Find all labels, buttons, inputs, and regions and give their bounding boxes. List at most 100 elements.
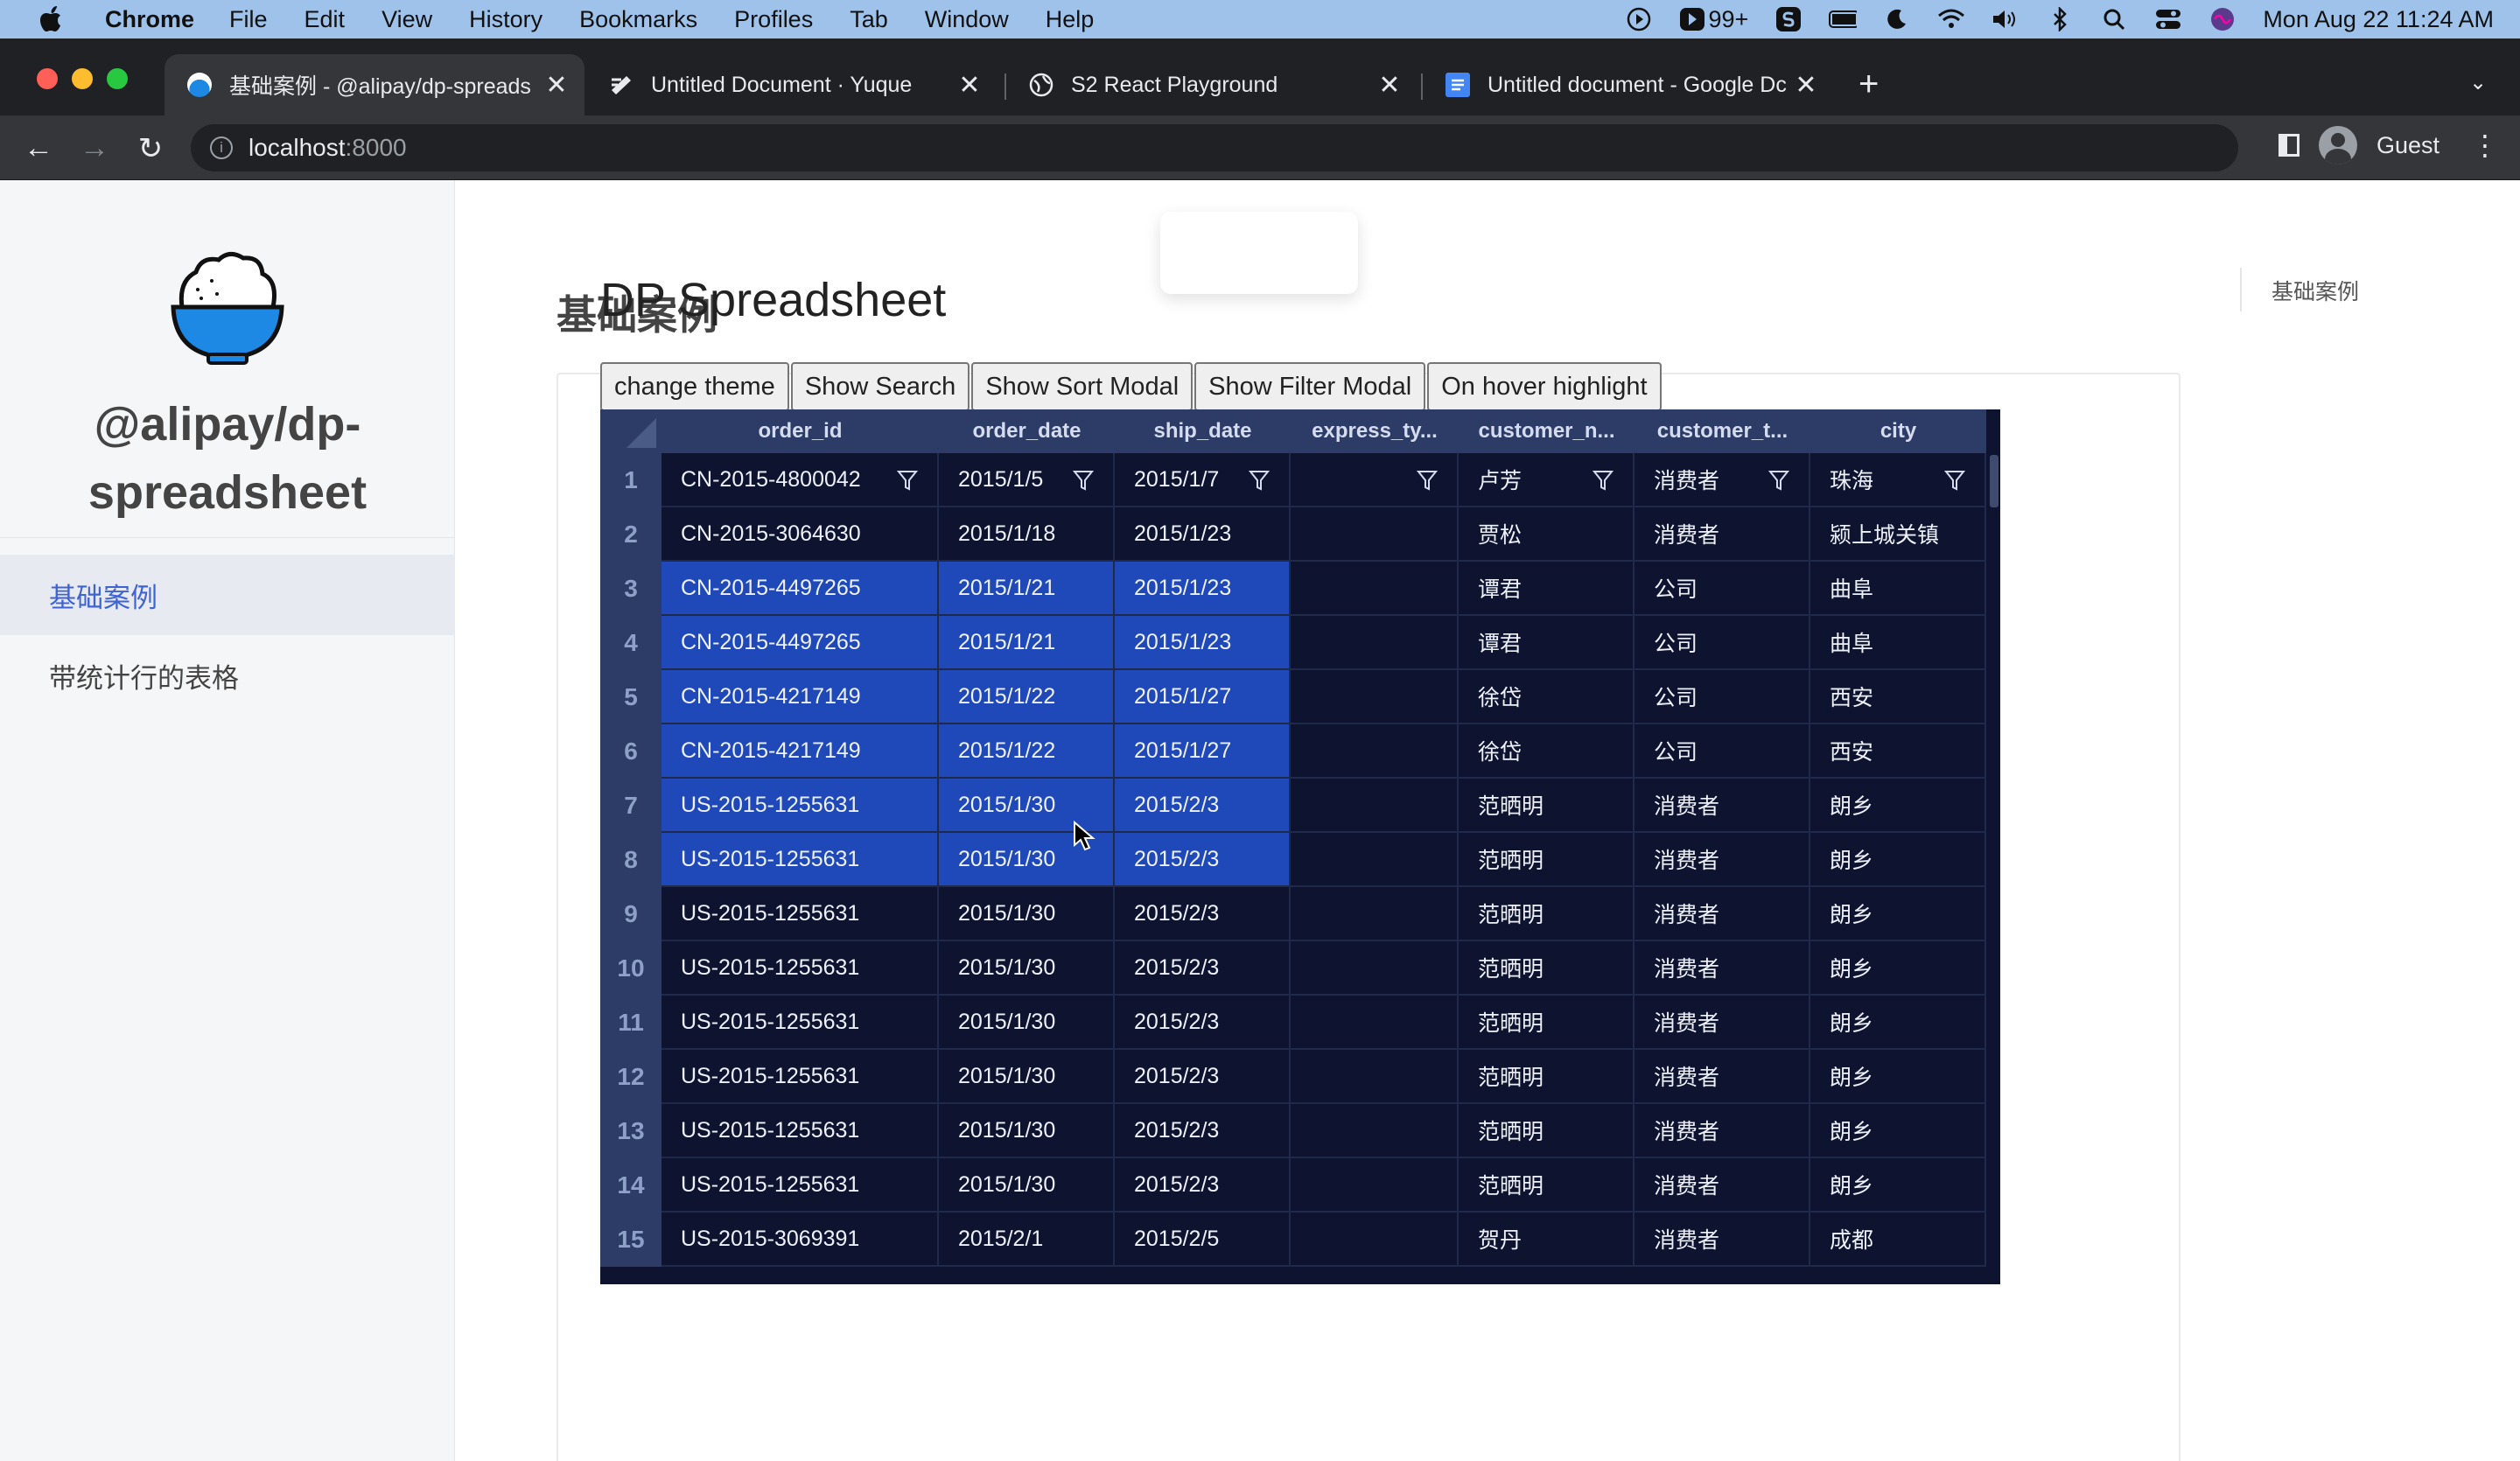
row-number[interactable]: 8 [600,833,662,887]
badge-app-icon[interactable]: 99+ [1679,6,1748,32]
table-cell[interactable]: 2015/2/3 [1115,941,1291,996]
tab-yuque[interactable]: Untitled Document · Yuque ✕ [586,54,998,115]
show-filter-modal-button[interactable]: Show Filter Modal [1194,362,1426,411]
table-cell[interactable] [1291,724,1459,779]
filter-funnel-icon[interactable] [1768,469,1790,492]
table-cell[interactable]: 贾松 [1459,507,1634,562]
window-minimize-button[interactable] [72,68,93,89]
show-search-button[interactable]: Show Search [790,362,970,411]
battery-icon[interactable] [1829,7,1858,31]
table-cell[interactable]: US-2015-1255631 [662,779,939,833]
table-cell[interactable]: CN-2015-3064630 [662,507,939,562]
table-cell[interactable] [1291,1158,1459,1213]
column-header[interactable]: city [1810,409,1986,453]
table-cell[interactable] [1291,507,1459,562]
show-sort-modal-button[interactable]: Show Sort Modal [971,362,1194,411]
sidebar-item-stats-table[interactable]: 带统计行的表格 [0,635,455,716]
table-cell[interactable]: 公司 [1634,724,1810,779]
column-header[interactable]: customer_t... [1634,409,1810,453]
table-cell[interactable]: 朗乡 [1810,996,1986,1050]
table-cell[interactable]: 消费者 [1634,779,1810,833]
apple-menu-icon[interactable] [37,3,68,35]
row-number[interactable]: 12 [600,1050,662,1104]
table-cell[interactable] [1291,833,1459,887]
menu-history[interactable]: History [469,6,542,33]
menubar-clock[interactable]: Mon Aug 22 11:24 AM [2263,6,2494,33]
row-number[interactable]: 6 [600,724,662,779]
filter-funnel-icon[interactable] [1416,469,1438,492]
filter-cell[interactable]: 卢芳 [1459,453,1634,507]
table-cell[interactable]: CN-2015-4497265 [662,616,939,670]
table-cell[interactable]: 2015/1/27 [1115,670,1291,724]
table-cell[interactable]: 2015/1/30 [939,1158,1115,1213]
address-url[interactable]: localhost:8000 [248,134,407,162]
table-cell[interactable]: 范晒明 [1459,996,1634,1050]
row-number[interactable]: 2 [600,507,662,562]
table-cell[interactable]: 消费者 [1634,1158,1810,1213]
table-cell[interactable]: 2015/1/23 [1115,616,1291,670]
filter-funnel-icon[interactable] [1592,469,1614,492]
filter-cell[interactable]: CN-2015-4800042 [662,453,939,507]
table-cell[interactable]: 2015/1/22 [939,670,1115,724]
wifi-icon[interactable] [1937,7,1965,31]
column-header[interactable]: ship_date [1115,409,1291,453]
table-cell[interactable]: 谭君 [1459,562,1634,616]
tab-close-icon[interactable]: ✕ [1794,70,1818,101]
table-cell[interactable]: 2015/2/3 [1115,1050,1291,1104]
table-cell[interactable] [1291,670,1459,724]
table-cell[interactable]: 消费者 [1634,996,1810,1050]
table-cell[interactable]: 西安 [1810,670,1986,724]
table-cell[interactable]: 消费者 [1634,833,1810,887]
table-cell[interactable]: US-2015-1255631 [662,887,939,941]
menu-help[interactable]: Help [1046,6,1095,33]
table-cell[interactable]: 2015/2/3 [1115,1158,1291,1213]
table-cell[interactable]: 2015/1/27 [1115,724,1291,779]
table-cell[interactable]: 2015/1/23 [1115,562,1291,616]
table-cell[interactable]: 范晒明 [1459,1104,1634,1158]
table-cell[interactable]: 2015/2/5 [1115,1213,1291,1267]
table-cell[interactable]: 西安 [1810,724,1986,779]
table-cell[interactable]: 2015/1/30 [939,887,1115,941]
tab-close-icon[interactable]: ✕ [957,70,982,101]
table-cell[interactable]: 2015/1/22 [939,724,1115,779]
table-cell[interactable]: 贺丹 [1459,1213,1634,1267]
table-cell[interactable]: 2015/1/30 [939,1104,1115,1158]
table-cell[interactable] [1291,616,1459,670]
tab-s2-playground[interactable]: S2 React Playground ✕ [1006,54,1418,115]
window-close-button[interactable] [37,68,58,89]
table-cell[interactable]: 朗乡 [1810,1104,1986,1158]
menu-profiles[interactable]: Profiles [734,6,813,33]
table-cell[interactable]: 消费者 [1634,507,1810,562]
row-number[interactable]: 9 [600,887,662,941]
table-cell[interactable]: US-2015-1255631 [662,996,939,1050]
menu-app-name[interactable]: Chrome [105,6,194,33]
filter-funnel-icon[interactable] [1943,469,1966,492]
row-number[interactable]: 13 [600,1104,662,1158]
menu-view[interactable]: View [382,6,432,33]
table-cell[interactable]: US-2015-3069391 [662,1213,939,1267]
filter-funnel-icon[interactable] [1248,469,1270,492]
table-cell[interactable]: 2015/2/3 [1115,887,1291,941]
table-cell[interactable]: US-2015-1255631 [662,941,939,996]
tab-close-icon[interactable]: ✕ [1377,70,1402,101]
site-title[interactable]: @alipay/dp-spreadsheet [0,390,455,527]
forward-arrow-icon[interactable]: → [77,131,112,165]
table-cell[interactable]: 范晒明 [1459,1158,1634,1213]
table-cell[interactable]: 消费者 [1634,1050,1810,1104]
row-number[interactable]: 7 [600,779,662,833]
table-cell[interactable]: 朗乡 [1810,1050,1986,1104]
change-theme-button[interactable]: change theme [600,362,789,411]
table-cell[interactable]: 2015/1/21 [939,562,1115,616]
select-all-corner[interactable] [600,409,662,453]
table-cell[interactable]: 消费者 [1634,941,1810,996]
reload-icon[interactable]: ↻ [133,131,168,166]
sidebar-item-basic-case[interactable]: 基础案例 [0,555,455,635]
window-zoom-button[interactable] [107,68,128,89]
rice-bowl-logo-icon[interactable] [166,246,289,368]
table-cell[interactable]: CN-2015-4217149 [662,724,939,779]
table-cell[interactable]: 朗乡 [1810,779,1986,833]
table-cell[interactable]: 2015/1/21 [939,616,1115,670]
menu-tab[interactable]: Tab [850,6,888,33]
table-cell[interactable]: 2015/1/18 [939,507,1115,562]
table-cell[interactable]: 朗乡 [1810,833,1986,887]
